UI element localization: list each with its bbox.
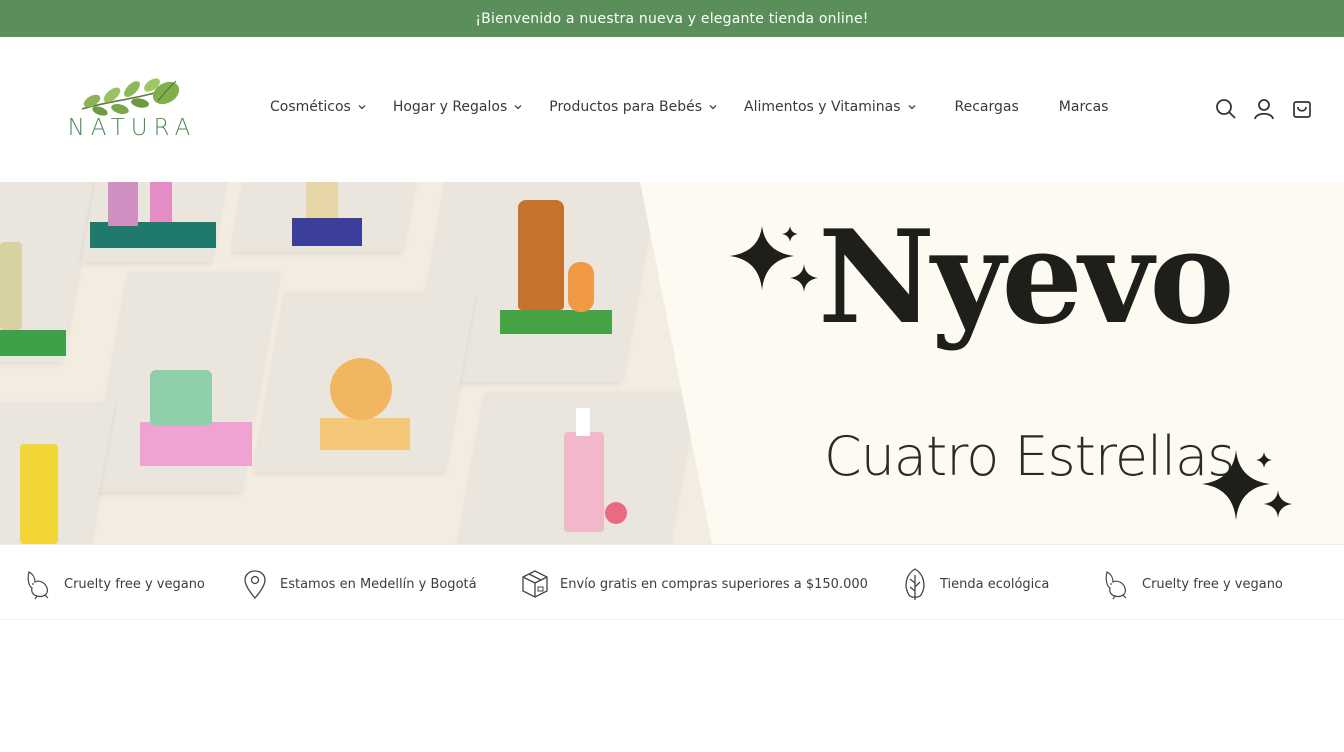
hero-product-photo	[0, 182, 712, 544]
feature-item: Tienda ecológica	[898, 567, 1049, 601]
header-actions	[1200, 97, 1314, 121]
location-pin-icon	[238, 567, 272, 601]
announcement-bar: ¡Bienvenido a nuestra nueva y elegante t…	[0, 0, 1344, 37]
account-button[interactable]	[1252, 97, 1276, 121]
nav-item-hogar-regalos[interactable]: Hogar y Regalos	[393, 99, 523, 115]
sparkle-icon	[1202, 450, 1292, 520]
nav-item-productos-bebes[interactable]: Productos para Bebés	[549, 99, 718, 115]
sparkle-icon	[730, 226, 818, 292]
box-icon	[518, 567, 552, 601]
nav-item-cosmeticos[interactable]: Cosméticos	[270, 99, 367, 115]
main-nav: Cosméticos Hogar y Regalos Productos par…	[270, 99, 1108, 115]
hero-banner[interactable]: Nyevo Cuatro Estrellas	[0, 182, 1344, 544]
nav-item-recargas[interactable]: Recargas	[955, 99, 1019, 115]
leaf-icon	[898, 567, 932, 601]
brand-logo[interactable]: NATURA	[56, 71, 208, 141]
feature-text: Envío gratis en compras superiores a $15…	[560, 576, 868, 592]
nav-label: Alimentos y Vitaminas	[744, 99, 901, 115]
feature-item: Envío gratis en compras superiores a $15…	[518, 567, 868, 601]
chevron-down-icon	[709, 105, 717, 110]
feature-item: Estamos en Medellín y Bogotá	[238, 567, 477, 601]
banner-headline: Nyevo	[818, 203, 1235, 353]
feature-text: Estamos en Medellín y Bogotá	[280, 576, 477, 592]
chevron-down-icon	[358, 105, 366, 110]
nav-label: Marcas	[1058, 99, 1109, 115]
feature-text: Cruelty free y vegano	[64, 576, 205, 592]
nav-label: Productos para Bebés	[549, 99, 702, 115]
cart-icon	[1293, 101, 1311, 118]
feature-item: Cruelty free y vegano	[22, 567, 205, 601]
search-icon	[1216, 99, 1236, 119]
search-button[interactable]	[1214, 97, 1238, 121]
chevron-down-icon	[514, 105, 522, 110]
leaves-icon	[81, 78, 180, 116]
rabbit-icon	[22, 567, 56, 601]
account-icon	[1254, 99, 1274, 120]
feature-item: Cruelty free y vegano	[1100, 567, 1283, 601]
rabbit-icon	[1100, 567, 1134, 601]
feature-strip: Cruelty free y vegano Estamos en Medellí…	[0, 544, 1344, 620]
nav-label: Cosméticos	[270, 99, 351, 115]
nav-label: Hogar y Regalos	[392, 99, 508, 115]
cart-button[interactable]	[1290, 97, 1314, 121]
banner-subline: Cuatro Estrellas	[824, 425, 1235, 488]
feature-text: Cruelty free y vegano	[1142, 576, 1283, 592]
brand-name: NATURA	[67, 115, 197, 141]
announcement-text: ¡Bienvenido a nuestra nueva y elegante t…	[475, 10, 869, 27]
site-header: NATURA Cosméticos Hogar y Regalos Produc…	[0, 37, 1344, 182]
nav-label: Recargas	[954, 99, 1019, 115]
nav-item-marcas[interactable]: Marcas	[1059, 99, 1109, 115]
nav-item-alimentos-vitaminas[interactable]: Alimentos y Vitaminas	[744, 99, 917, 115]
chevron-down-icon	[908, 105, 915, 110]
feature-text: Tienda ecológica	[940, 576, 1050, 592]
